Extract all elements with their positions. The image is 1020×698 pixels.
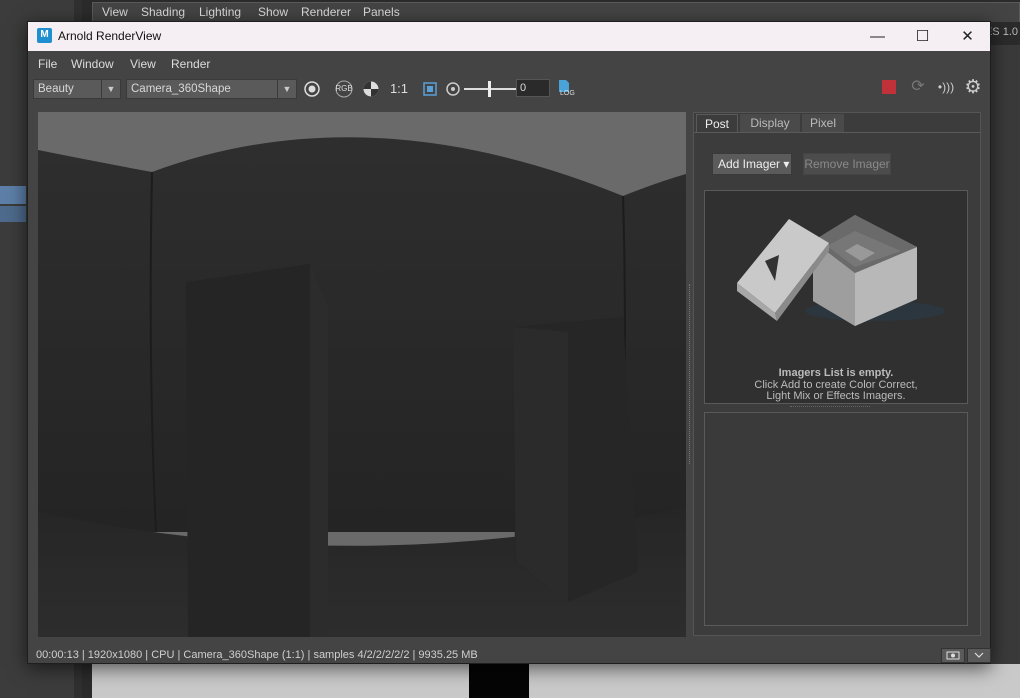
render-viewport[interactable]	[38, 112, 686, 637]
empty-box-illustration	[737, 215, 945, 326]
exposure-aperture-icon[interactable]	[444, 79, 462, 99]
ipr-render-icon[interactable]: •)))	[934, 77, 958, 97]
remove-imager-button[interactable]: Remove Imager	[803, 153, 891, 175]
maya-app-icon: M	[37, 28, 52, 43]
maya-menu-shading[interactable]: Shading	[141, 5, 185, 19]
maya-right-panel	[991, 45, 1020, 698]
tab-display[interactable]: Display	[740, 114, 800, 132]
imagers-panel: Post Display Pixel Add Imager ▾ Remove I…	[693, 112, 981, 636]
minimize-button[interactable]: —	[855, 22, 900, 51]
region-crop-icon[interactable]	[420, 79, 440, 99]
arnold-renderview-window: M Arnold RenderView — ☐ ✕ File Window Vi…	[27, 21, 991, 664]
toolbar: Beauty ▼ Camera_360Shape ▼ RGB 1:1 0 LOG	[28, 75, 990, 101]
maya-menu-lighting[interactable]: Lighting	[199, 5, 241, 19]
exposure-input[interactable]: 0	[516, 79, 550, 97]
log-label: LOG	[560, 90, 575, 97]
maya-menu-panels[interactable]: Panels	[363, 5, 400, 19]
title-bar[interactable]: M Arnold RenderView — ☐ ✕	[28, 22, 990, 51]
camera-dropdown[interactable]: Camera_360Shape ▼	[126, 79, 297, 99]
post-tab-content: Add Imager ▾ Remove Imager Imagers List …	[694, 132, 980, 636]
maya-left-selected-item[interactable]	[0, 186, 26, 204]
tab-pixel[interactable]: Pixel	[802, 114, 844, 132]
panel-splitter-handle[interactable]	[689, 284, 692, 464]
menu-view[interactable]: View	[130, 57, 156, 71]
imager-list[interactable]: Imagers List is empty. Click Add to crea…	[704, 190, 968, 404]
maya-viewport-menubar: View Shading Lighting Show Renderer Pane…	[92, 2, 1020, 22]
log-icon[interactable]: LOG	[558, 79, 576, 99]
close-button[interactable]: ✕	[945, 22, 990, 51]
window-title: Arnold RenderView	[58, 29, 162, 43]
menu-bar: File Window View Render	[28, 51, 990, 73]
menu-file[interactable]: File	[38, 57, 57, 71]
checker-background-icon[interactable]	[361, 79, 381, 99]
camera-dropdown-value: Camera_360Shape	[131, 83, 231, 95]
stop-render-button[interactable]	[882, 80, 896, 94]
chevron-down-icon[interactable]	[967, 648, 991, 663]
empty-list-title: Imagers List is empty.	[778, 367, 894, 379]
refresh-icon[interactable]: ⟳	[908, 77, 928, 97]
ratio-button[interactable]: 1:1	[388, 79, 410, 99]
rendered-image	[38, 112, 686, 637]
maximize-button[interactable]: ☐	[900, 22, 945, 51]
maya-menu-renderer[interactable]: Renderer	[301, 5, 351, 19]
color-channel-icon[interactable]	[302, 79, 322, 99]
maya-bottom-area	[92, 664, 1020, 698]
tab-post[interactable]: Post	[696, 114, 738, 133]
gear-icon[interactable]: ⚙	[962, 77, 984, 99]
maya-menu-view[interactable]: View	[102, 5, 128, 19]
maya-menu-show[interactable]: Show	[258, 5, 288, 19]
aov-dropdown-value: Beauty	[38, 83, 74, 95]
menu-window[interactable]: Window	[71, 57, 114, 71]
chevron-down-icon: ▼	[101, 80, 120, 98]
panel-divider-handle[interactable]	[790, 406, 870, 407]
rgb-label: RGB	[335, 84, 353, 93]
chevron-down-icon: ▼	[277, 80, 296, 98]
aov-dropdown[interactable]: Beauty ▼	[33, 79, 121, 99]
status-bar-text: 00:00:13 | 1920x1080 | CPU | Camera_360S…	[36, 649, 478, 661]
imager-properties-area	[704, 412, 968, 626]
maya-left-selected-item-2[interactable]	[0, 206, 26, 222]
add-imager-button[interactable]: Add Imager ▾	[712, 153, 792, 175]
empty-list-hint-line2: Light Mix or Effects Imagers.	[766, 390, 906, 402]
rgb-toggle-icon[interactable]: RGB	[332, 79, 356, 99]
maya-bottom-black-block	[469, 664, 529, 698]
camera-icon[interactable]	[941, 648, 965, 663]
exposure-slider-handle[interactable]	[488, 81, 491, 97]
menu-render[interactable]: Render	[171, 57, 210, 71]
